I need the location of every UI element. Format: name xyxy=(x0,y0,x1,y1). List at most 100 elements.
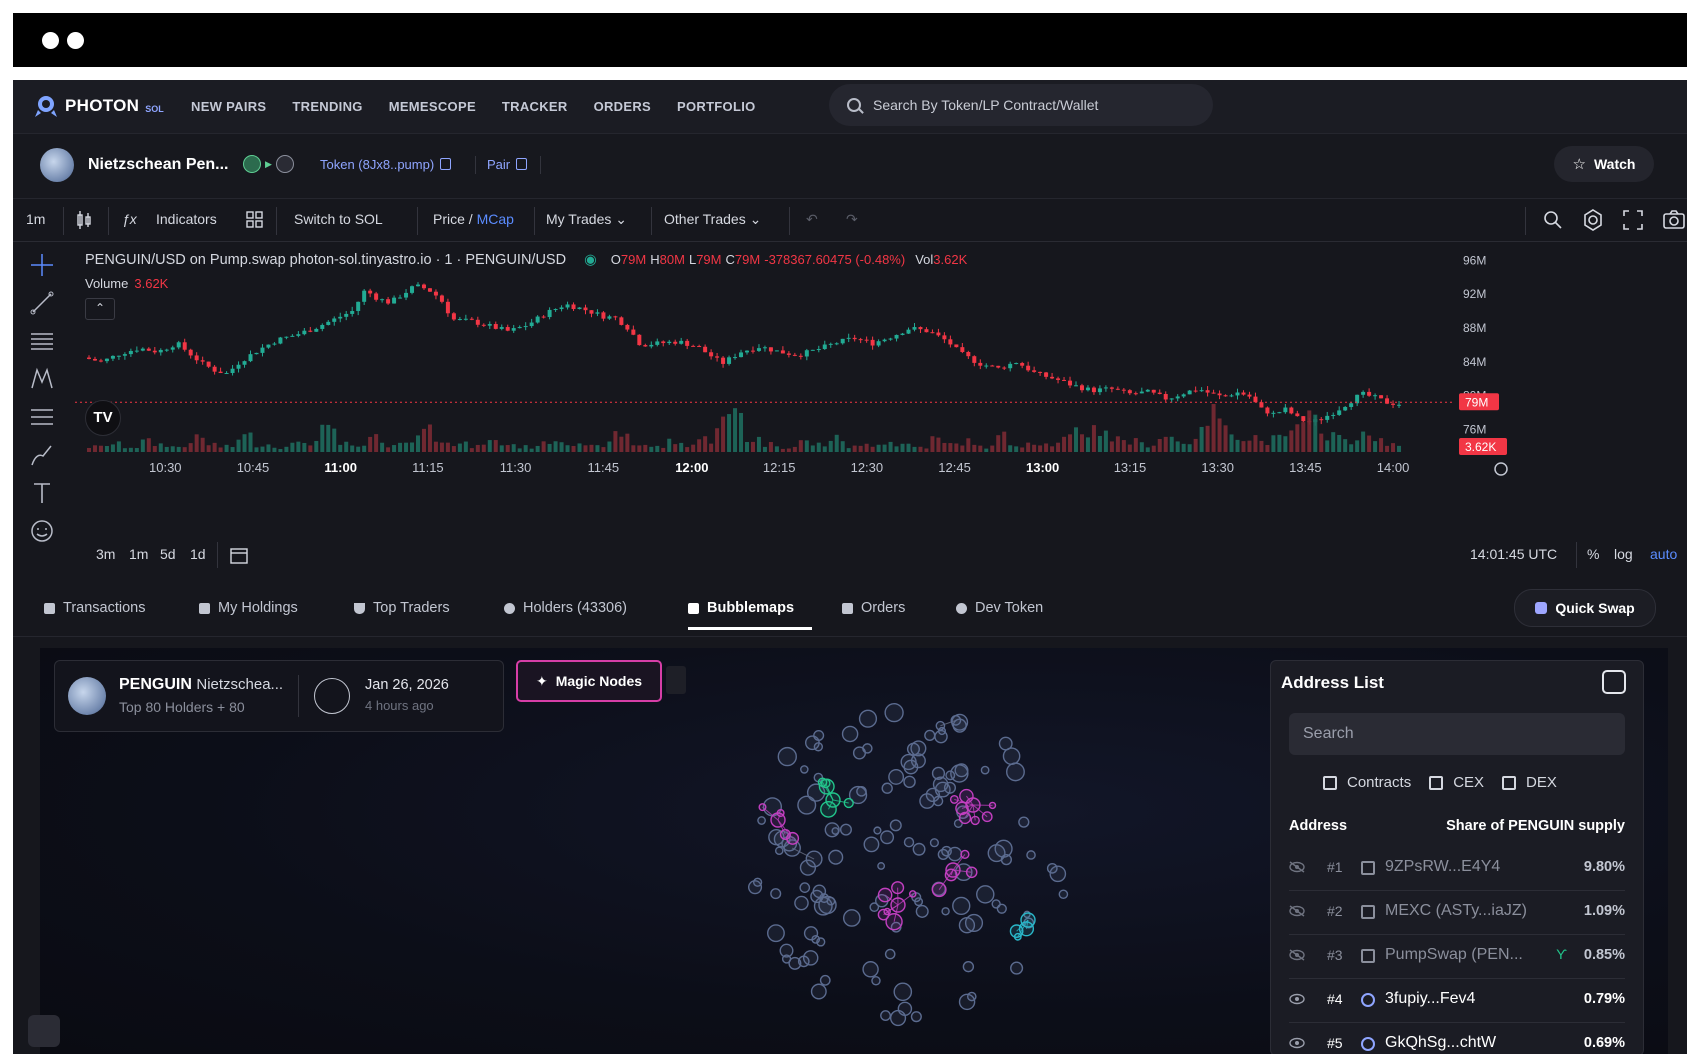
bubble-node[interactable] xyxy=(888,768,905,785)
bubble-node[interactable] xyxy=(924,729,936,741)
switch-to-sol-button[interactable]: Switch to SOL xyxy=(294,211,383,227)
bubble-node[interactable] xyxy=(950,764,969,783)
bubble-node[interactable] xyxy=(788,956,802,970)
address-name[interactable]: GkQhSg...chtW xyxy=(1385,1034,1496,1052)
log-scale-toggle[interactable]: log xyxy=(1614,546,1633,562)
trend-line-icon[interactable] xyxy=(29,290,55,316)
bubble-node[interactable] xyxy=(877,862,886,870)
bubble-node[interactable] xyxy=(779,828,791,841)
layout-grid-icon[interactable] xyxy=(246,211,264,229)
bubble-node[interactable] xyxy=(964,913,984,932)
bubble-node[interactable] xyxy=(906,742,920,756)
bubble-node[interactable] xyxy=(891,881,905,895)
undo-icon[interactable]: ↶ xyxy=(806,211,818,228)
bubble-node[interactable] xyxy=(915,904,929,918)
address-row[interactable]: #1 9ZPsRW...E4Y4 9.80% xyxy=(1289,847,1625,891)
eye-off-icon[interactable] xyxy=(1289,949,1305,961)
copy-icon[interactable] xyxy=(440,158,452,170)
tab-my-holdings[interactable]: My Holdings xyxy=(199,600,298,616)
tab-bubblemaps[interactable]: Bubblemaps xyxy=(688,600,794,616)
bubble-node[interactable] xyxy=(852,746,867,760)
bubble-node[interactable] xyxy=(1058,889,1069,900)
bubble-node[interactable] xyxy=(828,849,844,865)
eye-off-icon[interactable] xyxy=(1289,861,1305,873)
nav-link-trending[interactable]: TRENDING xyxy=(292,99,362,114)
bubble-node[interactable] xyxy=(987,844,1006,863)
bubble-node[interactable] xyxy=(980,765,990,775)
filter-dex[interactable]: DEX xyxy=(1502,774,1557,791)
address-row[interactable]: #3 PumpSwap (PEN... ϒ 0.85% xyxy=(1289,935,1625,979)
bubble-node[interactable] xyxy=(903,775,916,789)
date-range-icon[interactable] xyxy=(229,546,249,566)
tab-top-traders[interactable]: Top Traders xyxy=(354,600,450,616)
bubble-node[interactable] xyxy=(825,792,841,808)
bubble-node[interactable] xyxy=(797,795,817,815)
range-3m[interactable]: 3m xyxy=(96,546,115,562)
search-input[interactable] xyxy=(871,96,1195,114)
bubble-node[interactable] xyxy=(929,838,939,848)
bubble-node[interactable] xyxy=(883,907,891,916)
bubble-node[interactable] xyxy=(810,983,827,1000)
bubble-node[interactable] xyxy=(819,893,830,904)
redo-icon[interactable]: ↷ xyxy=(846,211,858,228)
bubble-node[interactable] xyxy=(880,830,895,845)
bubble-node[interactable] xyxy=(774,846,784,856)
range-5d[interactable]: 5d xyxy=(160,546,176,562)
utc-clock[interactable]: 14:01:45 UTC xyxy=(1470,546,1557,562)
address-row[interactable]: #5 GkQhSg...chtW 0.69% xyxy=(1289,1023,1625,1054)
bubble-node[interactable] xyxy=(841,725,859,743)
filter-cex[interactable]: CEX xyxy=(1429,774,1484,791)
interval-select[interactable]: 1m xyxy=(26,211,45,227)
bubble-node[interactable] xyxy=(817,777,828,788)
nav-link-portfolio[interactable]: PORTFOLIO xyxy=(677,99,756,114)
bubble-node[interactable] xyxy=(873,826,882,835)
bubble-node[interactable] xyxy=(945,862,961,878)
address-row[interactable]: #4 3fupiy...Fev4 0.79% xyxy=(1289,979,1625,1023)
bubble-node[interactable] xyxy=(884,948,896,960)
checkbox[interactable] xyxy=(1502,775,1517,790)
bubble-node[interactable] xyxy=(889,819,902,832)
bubble-node[interactable] xyxy=(819,974,831,986)
candle-type-icon[interactable] xyxy=(75,210,93,230)
bubble-node[interactable] xyxy=(858,709,878,728)
address-name[interactable]: PumpSwap (PEN... xyxy=(1385,946,1523,964)
quick-swap-button[interactable]: Quick Swap xyxy=(1514,589,1656,627)
bubble-node[interactable] xyxy=(919,793,936,809)
crosshair-icon[interactable] xyxy=(29,252,55,278)
nav-link-tracker[interactable]: TRACKER xyxy=(502,99,568,114)
bubble-node[interactable] xyxy=(890,897,906,913)
bubble-node[interactable] xyxy=(884,702,904,723)
global-search[interactable] xyxy=(829,84,1213,126)
bubble-node[interactable] xyxy=(839,823,852,836)
brush-icon[interactable] xyxy=(29,442,55,468)
checkbox[interactable] xyxy=(1429,775,1444,790)
tab-transactions[interactable]: Transactions xyxy=(44,600,145,616)
bubble-node[interactable] xyxy=(758,803,767,812)
tab-orders[interactable]: Orders xyxy=(842,600,905,616)
bubble-node[interactable] xyxy=(1020,912,1036,928)
other-trades-dropdown[interactable]: Other Trades ⌄ xyxy=(664,211,761,228)
bubble-node[interactable] xyxy=(1002,747,1021,765)
range-1m[interactable]: 1m xyxy=(129,546,148,562)
bubble-node[interactable] xyxy=(914,897,924,907)
camera-icon[interactable] xyxy=(1662,209,1686,231)
fib-icon[interactable] xyxy=(29,404,55,430)
bubble-node[interactable] xyxy=(931,882,947,898)
eye-off-icon[interactable] xyxy=(1289,905,1305,917)
address-name[interactable]: MEXC (ASTy...iaJZ) xyxy=(1385,902,1527,920)
bubble-node[interactable] xyxy=(935,720,946,731)
bubble-node[interactable] xyxy=(862,961,879,978)
bubble-node[interactable] xyxy=(770,888,782,900)
bubble-node[interactable] xyxy=(965,866,978,879)
bubble-node[interactable] xyxy=(804,735,820,751)
calendar-icon[interactable] xyxy=(314,678,350,714)
settings-gear-icon[interactable] xyxy=(1582,209,1604,231)
bubble-node[interactable] xyxy=(1018,816,1030,828)
watch-button[interactable]: ☆ Watch xyxy=(1554,146,1654,182)
bubble-node[interactable] xyxy=(757,816,766,825)
bubble-node[interactable] xyxy=(877,887,893,903)
nav-link-new-pairs[interactable]: NEW PAIRS xyxy=(191,99,266,114)
trash-icon[interactable] xyxy=(666,666,686,694)
bubble-node[interactable] xyxy=(996,903,1007,914)
bubble-node[interactable] xyxy=(958,811,972,825)
